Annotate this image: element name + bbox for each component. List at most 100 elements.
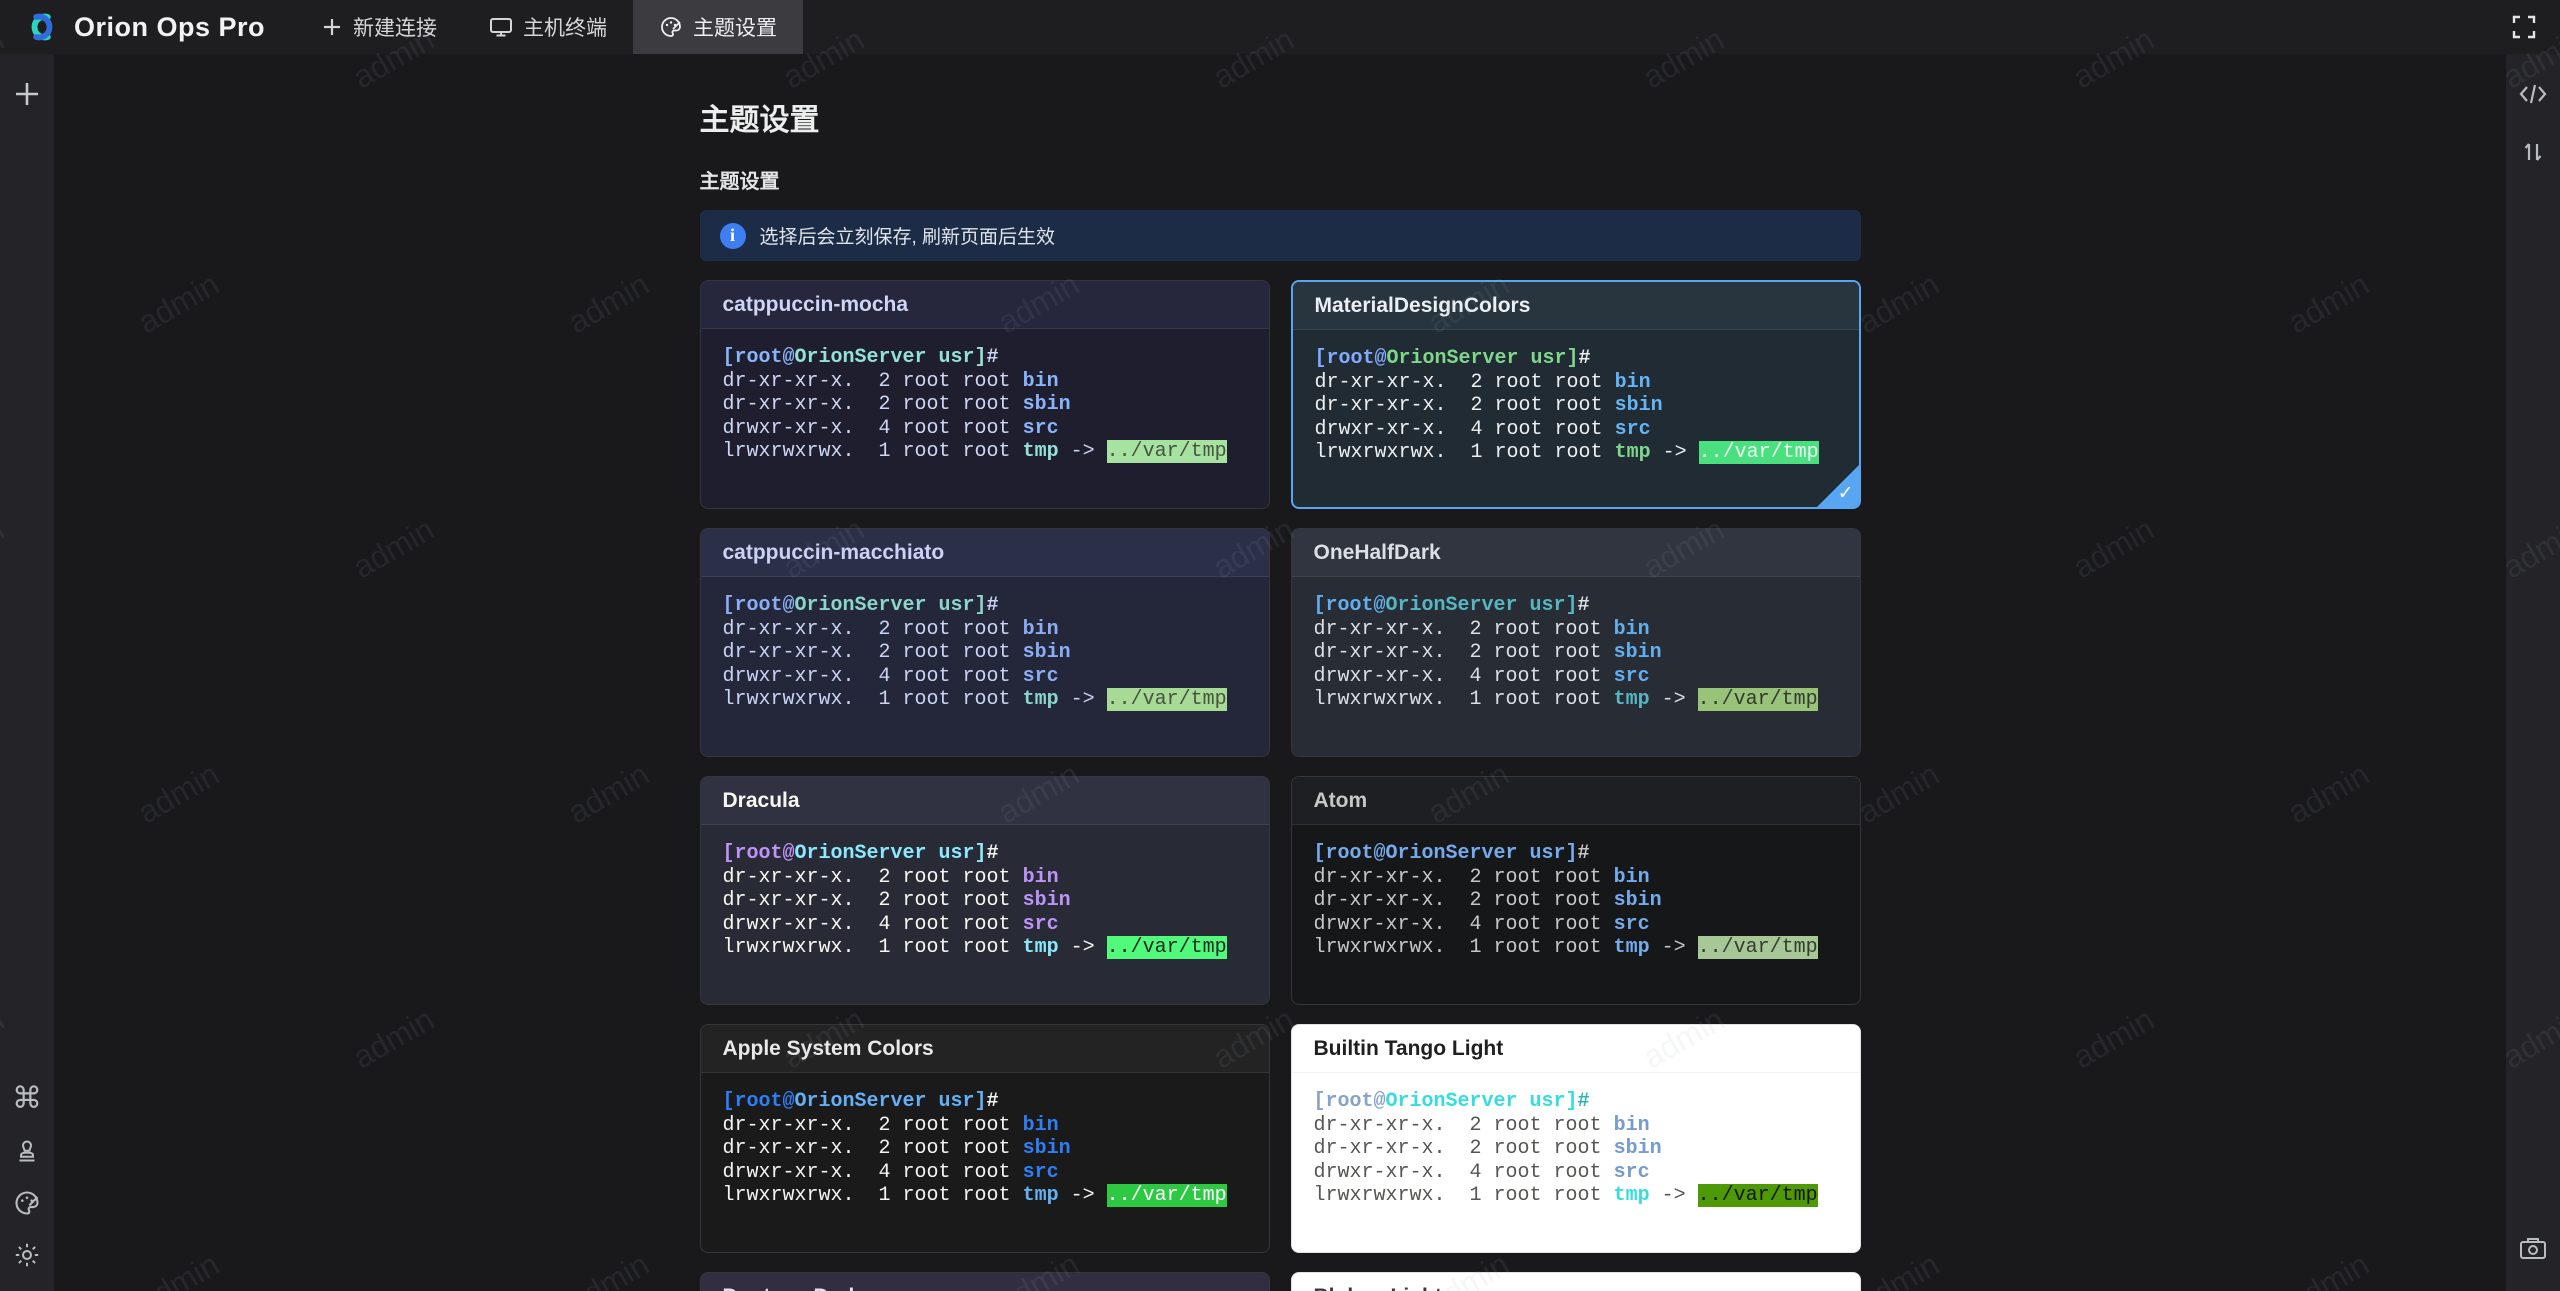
terminal-prompt-line: [root@OrionServer usr]#: [723, 842, 1247, 866]
terminal-line: drwxr-xr-x. 4 root root src: [723, 417, 1247, 441]
terminal-line: dr-xr-xr-x. 2 root root sbin: [723, 1137, 1247, 1161]
top-bar: Orion Ops Pro 新建连接 主机终端: [0, 0, 2560, 54]
terminal-preview: [root@OrionServer usr]#dr-xr-xr-x. 2 roo…: [1292, 1073, 1860, 1208]
terminal-line: lrwxrwxrwx. 1 root root tmp -> ../var/tm…: [1315, 441, 1837, 465]
terminal-preview: [root@OrionServer usr]#dr-xr-xr-x. 2 roo…: [1292, 825, 1860, 960]
stamp-icon: [13, 1137, 41, 1165]
theme-card-title: Duotone Dark: [701, 1273, 1269, 1291]
terminal-line: lrwxrwxrwx. 1 root root tmp -> ../var/tm…: [1314, 688, 1838, 712]
terminal-preview: [root@OrionServer usr]#dr-xr-xr-x. 2 roo…: [1292, 577, 1860, 712]
terminal-preview: [root@OrionServer usr]#dr-xr-xr-x. 2 roo…: [1293, 330, 1859, 465]
tab-bar: 新建连接 主机终端 主: [295, 0, 803, 54]
palette-icon: [659, 15, 683, 39]
terminal-line: dr-xr-xr-x. 2 root root sbin: [723, 393, 1247, 417]
terminal-line: drwxr-xr-x. 4 root root src: [1314, 665, 1838, 689]
terminal-line: dr-xr-xr-x. 2 root root bin: [1315, 371, 1837, 395]
brand: Orion Ops Pro: [0, 7, 295, 47]
terminal-line: drwxr-xr-x. 4 root root src: [723, 665, 1247, 689]
theme-card-title: MaterialDesignColors: [1293, 282, 1859, 330]
terminal-line: dr-xr-xr-x. 2 root root sbin: [1315, 394, 1837, 418]
command-shortcuts-button[interactable]: ⌘: [0, 1073, 54, 1125]
screenshot-button[interactable]: [2506, 1223, 2560, 1275]
terminal-line: drwxr-xr-x. 4 root root src: [1314, 1161, 1838, 1185]
terminal-line: drwxr-xr-x. 4 root root src: [1315, 418, 1837, 442]
gear-icon: [13, 1241, 41, 1269]
terminal-line: dr-xr-xr-x. 2 root root bin: [1314, 618, 1838, 642]
theme-card[interactable]: Apple System Colors[root@OrionServer usr…: [700, 1024, 1270, 1253]
theme-card[interactable]: BlulocoLight[root@OrionServer usr]#dr-xr…: [1291, 1272, 1861, 1291]
app-logo-icon: [22, 7, 62, 47]
tab-new-connection[interactable]: 新建连接: [295, 0, 463, 54]
right-sidebar: [2506, 54, 2560, 1291]
terminal-line: dr-xr-xr-x. 2 root root bin: [723, 866, 1247, 890]
left-sidebar: ⌘: [0, 54, 54, 1291]
tab-theme-settings[interactable]: 主题设置: [633, 0, 803, 54]
page-title: 主题设置: [700, 95, 1861, 139]
tab-host-terminal[interactable]: 主机终端: [463, 0, 633, 54]
check-icon: ✓: [1838, 482, 1854, 505]
theme-card[interactable]: Duotone Dark[root@OrionServer usr]#dr-xr…: [700, 1272, 1270, 1291]
theme-card-title: BlulocoLight: [1292, 1273, 1860, 1291]
theme-button[interactable]: [0, 1177, 54, 1229]
main-area: 主题设置 主题设置 i 选择后会立刻保存, 刷新页面后生效 catppuccin…: [54, 54, 2506, 1291]
terminal-line: dr-xr-xr-x. 2 root root sbin: [1314, 641, 1838, 665]
section-title: 主题设置: [700, 165, 1861, 194]
add-connection-button[interactable]: [0, 68, 54, 120]
terminal-line: dr-xr-xr-x. 2 root root sbin: [723, 889, 1247, 913]
terminal-preview: [root@OrionServer usr]#dr-xr-xr-x. 2 roo…: [701, 825, 1269, 960]
theme-card[interactable]: catppuccin-macchiato[root@OrionServer us…: [700, 528, 1270, 757]
theme-card[interactable]: Builtin Tango Light[root@OrionServer usr…: [1291, 1024, 1861, 1253]
terminal-prompt-line: [root@OrionServer usr]#: [723, 594, 1247, 618]
terminal-line: lrwxrwxrwx. 1 root root tmp -> ../var/tm…: [723, 1184, 1247, 1208]
terminal-prompt-line: [root@OrionServer usr]#: [1314, 594, 1838, 618]
info-icon: i: [720, 223, 746, 249]
palette-icon: [13, 1189, 41, 1217]
theme-card[interactable]: Dracula[root@OrionServer usr]#dr-xr-xr-x…: [700, 776, 1270, 1005]
theme-card-title: catppuccin-mocha: [701, 281, 1269, 329]
fullscreen-icon[interactable]: [2502, 0, 2546, 54]
credentials-button[interactable]: [0, 1125, 54, 1177]
theme-card-title: Dracula: [701, 777, 1269, 825]
terminal-preview: [root@OrionServer usr]#dr-xr-xr-x. 2 roo…: [701, 577, 1269, 712]
terminal-line: dr-xr-xr-x. 2 root root sbin: [1314, 889, 1838, 913]
app-window: Orion Ops Pro 新建连接 主机终端: [0, 0, 2560, 1291]
settings-button[interactable]: [0, 1229, 54, 1281]
terminal-preview: [root@OrionServer usr]#dr-xr-xr-x. 2 roo…: [701, 1073, 1269, 1208]
terminal-line: dr-xr-xr-x. 2 root root bin: [723, 1114, 1247, 1138]
terminal-line: lrwxrwxrwx. 1 root root tmp -> ../var/tm…: [723, 936, 1247, 960]
code-snippets-button[interactable]: [2506, 68, 2560, 120]
theme-card-title: Apple System Colors: [701, 1025, 1269, 1073]
theme-card[interactable]: MaterialDesignColors[root@OrionServer us…: [1291, 280, 1861, 509]
theme-card-title: Atom: [1292, 777, 1860, 825]
terminal-line: dr-xr-xr-x. 2 root root bin: [1314, 1114, 1838, 1138]
terminal-line: lrwxrwxrwx. 1 root root tmp -> ../var/tm…: [1314, 936, 1838, 960]
theme-card-title: OneHalfDark: [1292, 529, 1860, 577]
alert-text: 选择后会立刻保存, 刷新页面后生效: [760, 222, 1056, 249]
tab-label: 新建连接: [353, 12, 437, 42]
terminal-preview: [root@OrionServer usr]# dr-xr-xr-x. 2 roo…: [701, 329, 1269, 464]
code-icon: [2518, 82, 2548, 106]
terminal-line: drwxr-xr-x. 4 root root src: [723, 1161, 1247, 1185]
command-icon: ⌘: [12, 1084, 42, 1114]
theme-card-title: catppuccin-macchiato: [701, 529, 1269, 577]
terminal-line: dr-xr-xr-x. 2 root root bin: [1314, 866, 1838, 890]
theme-card[interactable]: OneHalfDark[root@OrionServer usr]#dr-xr-…: [1291, 528, 1861, 757]
terminal-monitor-icon: [489, 16, 513, 38]
terminal-line: dr-xr-xr-x. 2 root root sbin: [1314, 1137, 1838, 1161]
terminal-line: lrwxrwxrwx. 1 root root tmp -> ../var/tm…: [723, 688, 1247, 712]
terminal-prompt-line: [root@OrionServer usr]#: [723, 346, 1247, 370]
transfer-sort-button[interactable]: [2506, 126, 2560, 178]
terminal-line: dr-xr-xr-x. 2 root root bin: [723, 618, 1247, 642]
info-alert: i 选择后会立刻保存, 刷新页面后生效: [700, 210, 1861, 261]
terminal-line: lrwxrwxrwx. 1 root root tmp -> ../var/tm…: [723, 440, 1247, 464]
theme-card[interactable]: catppuccin-mocha [root@OrionServer usr]# d…: [700, 280, 1270, 509]
swap-vertical-icon: [2520, 139, 2546, 165]
terminal-line: drwxr-xr-x. 4 root root src: [723, 913, 1247, 937]
app-title: Orion Ops Pro: [74, 12, 265, 43]
terminal-prompt-line: [root@OrionServer usr]#: [723, 1090, 1247, 1114]
terminal-prompt-line: [root@OrionServer usr]#: [1315, 347, 1837, 371]
theme-grid: catppuccin-mocha[root@OrionServer usr]#d…: [700, 280, 1861, 1291]
theme-card[interactable]: Atom[root@OrionServer usr]#dr-xr-xr-x. 2…: [1291, 776, 1861, 1005]
plus-icon: [321, 16, 343, 38]
terminal-line: lrwxrwxrwx. 1 root root tmp -> ../var/tm…: [1314, 1184, 1838, 1208]
